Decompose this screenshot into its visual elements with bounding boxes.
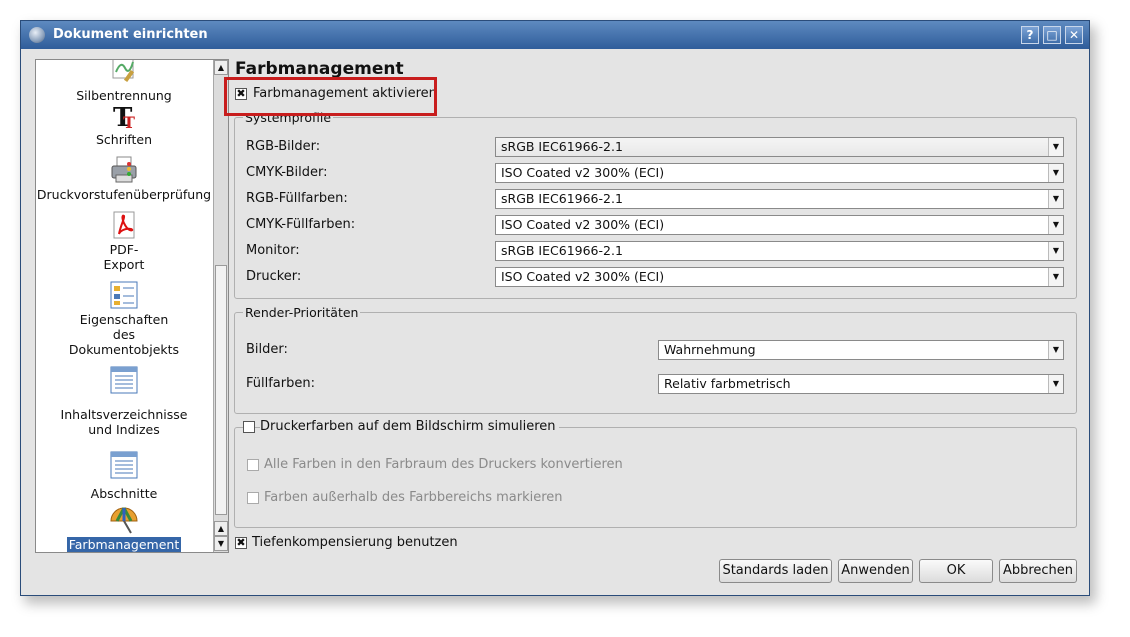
scroll-thumb[interactable] (215, 265, 227, 515)
chevron-down-icon: ▼ (1048, 190, 1063, 208)
page-title: Farbmanagement (235, 59, 404, 79)
printer-label: Drucker: (246, 269, 302, 284)
sidebar-item-label: Farbmanagement (66, 537, 182, 552)
chevron-down-icon: ▼ (1048, 268, 1063, 286)
sidebar-item-label: des (112, 327, 136, 342)
blackpoint-checkbox[interactable]: ✖ (235, 537, 247, 549)
render-fill-label: Füllfarben: (246, 376, 315, 391)
select-value: ISO Coated v2 300% (ECI) (501, 165, 665, 180)
scroll-up-lower-button[interactable]: ▲ (214, 521, 228, 536)
render-images-label: Bilder: (246, 342, 288, 357)
sidebar-item-label: Dokumentobjekts (68, 342, 180, 357)
rgb-images-select[interactable]: sRGB IEC61966-2.1 ▼ (495, 137, 1064, 157)
annotation-highlight-box (224, 77, 437, 116)
cmyk-fill-label: CMYK-Füllfarben: (246, 217, 356, 232)
convert-colors-label: Alle Farben in den Farbraum des Druckers… (264, 457, 623, 472)
close-button[interactable]: ✕ (1065, 26, 1083, 44)
select-value: ISO Coated v2 300% (ECI) (501, 217, 665, 232)
document-properties-icon (109, 280, 139, 310)
toc-icon (109, 365, 139, 395)
select-value: ISO Coated v2 300% (ECI) (501, 269, 665, 284)
sidebar-item-abschnitte[interactable]: Abschnitte (36, 450, 212, 501)
dialog-window: Dokument einrichten ? □ ✕ Silbentrennung… (20, 20, 1090, 596)
sidebar-item-label: Abschnitte (90, 486, 158, 501)
blackpoint-label: Tiefenkompensierung benutzen (252, 535, 458, 550)
rgb-images-label: RGB-Bilder: (246, 139, 321, 154)
sidebar-item-label: und Indizes (88, 422, 160, 437)
chevron-down-icon: ▼ (1048, 242, 1063, 260)
load-defaults-button[interactable]: Standards laden (719, 559, 832, 583)
printer-select[interactable]: ISO Coated v2 300% (ECI) ▼ (495, 267, 1064, 287)
rgb-fill-select[interactable]: sRGB IEC61966-2.1 ▼ (495, 189, 1064, 209)
ok-button[interactable]: OK (919, 559, 993, 583)
render-images-select[interactable]: Wahrnehmung ▼ (658, 340, 1064, 360)
monitor-select[interactable]: sRGB IEC61966-2.1 ▼ (495, 241, 1064, 261)
sections-icon (109, 450, 139, 480)
sidebar-item-druckvorstufe[interactable]: Druckvorstufenüberprüfung (36, 155, 212, 202)
select-value: sRGB IEC61966-2.1 (501, 243, 623, 258)
chevron-down-icon: ▼ (1048, 164, 1063, 182)
render-fill-select[interactable]: Relativ farbmetrisch ▼ (658, 374, 1064, 394)
category-list[interactable]: Silbentrennung TT Schriften Druckvorstuf… (35, 59, 229, 553)
sidebar-item-label: Schriften (95, 132, 153, 147)
title-bar[interactable]: Dokument einrichten ? □ ✕ (21, 21, 1089, 49)
chevron-down-icon: ▼ (1048, 341, 1063, 359)
select-value: sRGB IEC61966-2.1 (501, 191, 623, 206)
app-icon (29, 27, 45, 43)
simulate-group (234, 427, 1077, 528)
cmyk-images-select[interactable]: ISO Coated v2 300% (ECI) ▼ (495, 163, 1064, 183)
monitor-label: Monitor: (246, 243, 300, 258)
cancel-button[interactable]: Abbrechen (999, 559, 1077, 583)
maximize-button[interactable]: □ (1043, 26, 1061, 44)
select-value: Wahrnehmung (664, 342, 756, 357)
cmyk-fill-select[interactable]: ISO Coated v2 300% (ECI) ▼ (495, 215, 1064, 235)
sidebar-item-farbmanagement[interactable]: Farbmanagement (36, 505, 212, 552)
select-value: sRGB IEC61966-2.1 (501, 139, 623, 154)
select-value: Relativ farbmetrisch (664, 376, 791, 391)
mark-gamut-label: Farben außerhalb des Farbbereichs markie… (264, 490, 563, 505)
cmyk-images-label: CMYK-Bilder: (246, 165, 328, 180)
sidebar-item-silbentrennung[interactable]: Silbentrennung (36, 60, 212, 103)
sidebar-item-label: Inhaltsverzeichnisse (60, 407, 188, 422)
window-title: Dokument einrichten (53, 27, 208, 42)
sidebar-item-label: PDF- (109, 242, 139, 257)
pdf-export-icon (109, 210, 139, 240)
sidebar-item-inhaltsverzeichnisse[interactable]: Inhaltsverzeichnisse und Indizes (36, 365, 212, 437)
scroll-down-button[interactable]: ▼ (214, 536, 228, 551)
mark-gamut-checkbox[interactable] (247, 492, 259, 504)
sidebar-item-pdf-export[interactable]: PDF- Export (36, 210, 212, 272)
svg-text:T: T (123, 113, 135, 130)
chevron-down-icon: ▼ (1048, 138, 1063, 156)
group-legend: Render-Prioritäten (243, 305, 361, 320)
render-priorities-group: Render-Prioritäten (234, 305, 1077, 414)
simulate-checkbox[interactable] (243, 421, 255, 433)
convert-colors-checkbox[interactable] (247, 459, 259, 471)
sidebar-item-schriften[interactable]: TT Schriften (36, 100, 212, 147)
sidebar-scrollbar[interactable]: ▲ ▲ ▼ (213, 60, 228, 552)
help-button[interactable]: ? (1021, 26, 1039, 44)
preflight-printer-icon (109, 155, 139, 185)
chevron-down-icon: ▼ (1048, 375, 1063, 393)
sidebar-item-label: Druckvorstufenüberprüfung (36, 187, 212, 202)
apply-button[interactable]: Anwenden (838, 559, 913, 583)
sidebar-item-label: Eigenschaften (79, 312, 169, 327)
simulate-label: Druckerfarben auf dem Bildschirm simulie… (260, 419, 559, 434)
rgb-fill-label: RGB-Füllfarben: (246, 191, 348, 206)
sidebar-item-label: Export (103, 257, 145, 272)
sidebar-item-eigenschaften[interactable]: Eigenschaften des Dokumentobjekts (36, 280, 212, 357)
fonts-icon: TT (109, 100, 139, 133)
chevron-down-icon: ▼ (1048, 216, 1063, 234)
hyphenation-icon (109, 60, 139, 86)
scroll-up-button[interactable]: ▲ (214, 60, 228, 75)
color-management-icon (109, 505, 139, 535)
